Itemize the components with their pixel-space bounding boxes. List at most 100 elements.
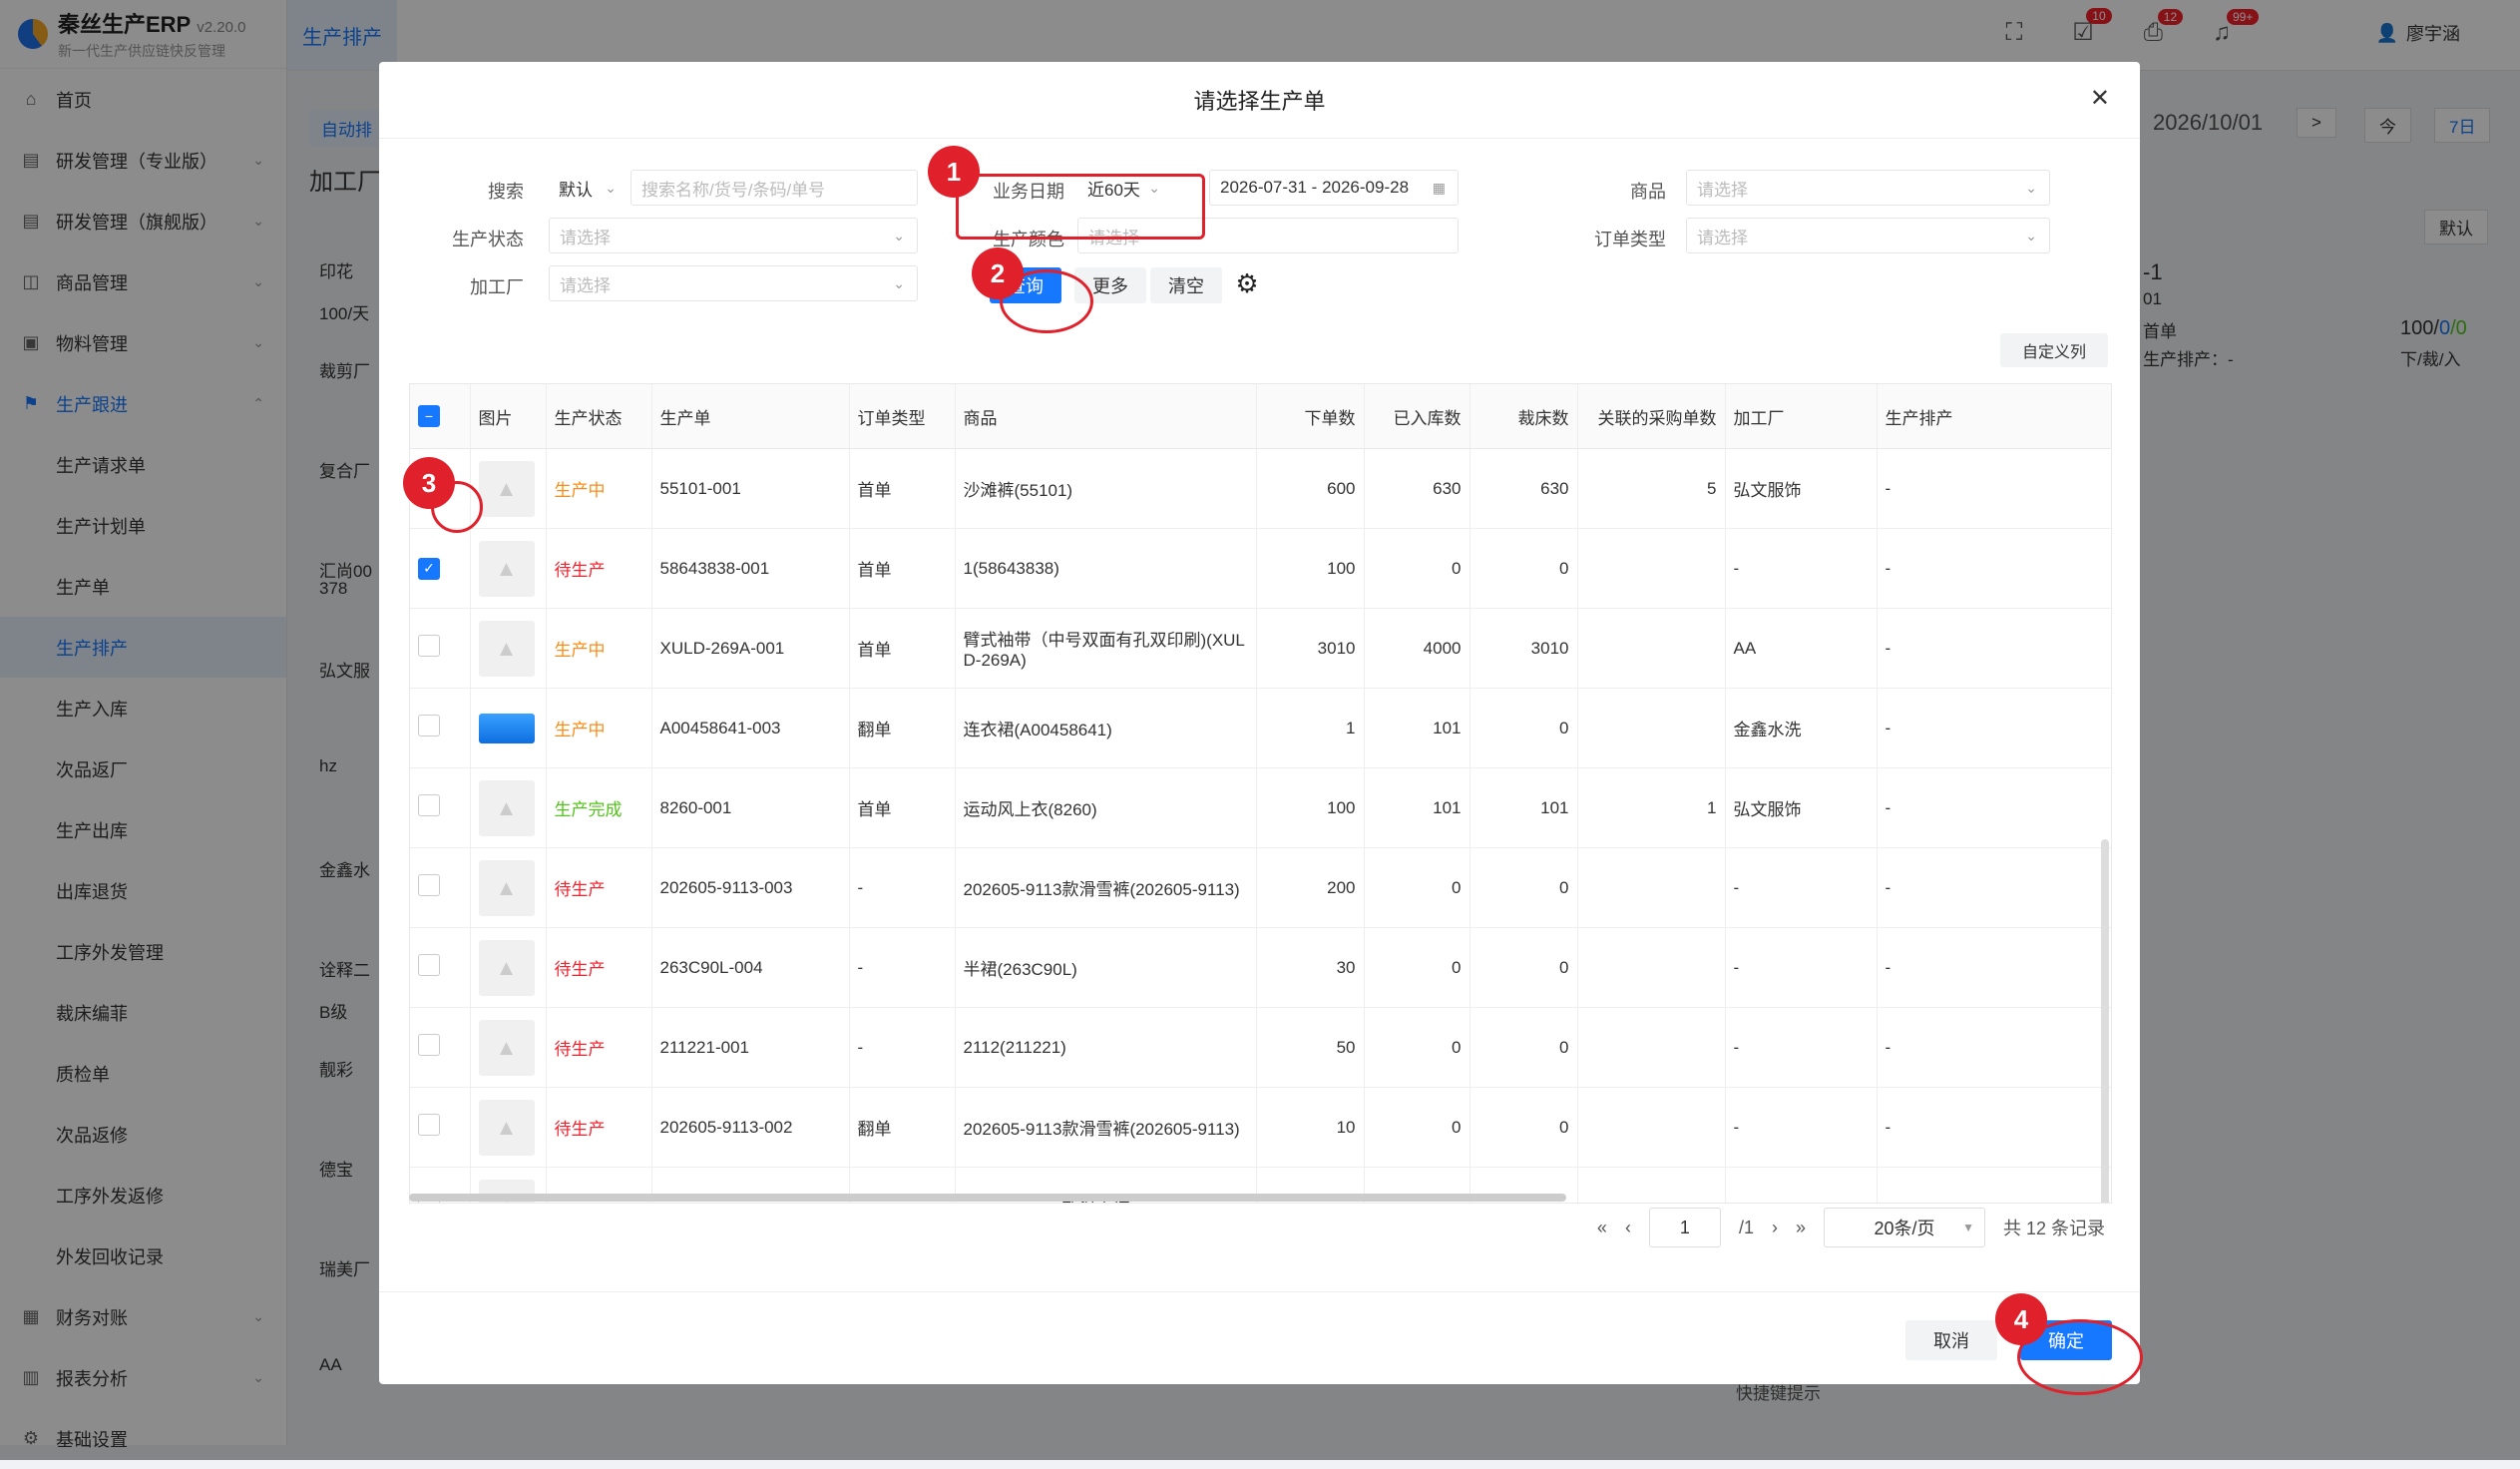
thumbnail-cell: ▲ — [470, 1087, 547, 1168]
status-cell: 生产完成 — [546, 767, 652, 848]
horizontal-scrollbar[interactable] — [409, 1194, 1566, 1202]
factory-cell: 金鑫水洗 — [1725, 688, 1878, 768]
column-header: 订单类型 — [849, 384, 956, 449]
status-select[interactable]: 请选择 ⌄ — [549, 218, 918, 253]
vertical-scrollbar[interactable] — [2101, 839, 2109, 1203]
column-header: 加工厂 — [1725, 384, 1878, 449]
qty-cell: 3010 — [1256, 608, 1365, 689]
row-checkbox-cell[interactable] — [410, 1087, 471, 1168]
checkbox-icon[interactable] — [418, 954, 440, 976]
row-checkbox-cell[interactable] — [410, 847, 471, 928]
order-cell: 58643838-001 — [651, 528, 850, 609]
factory-placeholder: 请选择 — [560, 275, 611, 295]
table-row[interactable]: ▲ 待生产 211221-001-2112(211221) 50 0 0- - — [410, 1007, 2111, 1088]
chevron-down-icon: ⌄ — [605, 179, 617, 196]
order-cell: 202605-9113-002 — [651, 1087, 850, 1168]
row-checkbox-cell[interactable] — [410, 1007, 471, 1088]
close-icon[interactable]: ✕ — [2090, 84, 2110, 113]
table-row[interactable]: 生产中 A00458641-003 翻单 连衣裙(A00458641) 1 101 0 金鑫水… — [410, 688, 2111, 768]
qty-cell: 100 — [1256, 528, 1365, 609]
type-cell: - — [849, 927, 956, 1008]
status-cell: 生产中 — [546, 688, 652, 768]
order-cell: XULD-269A-001 — [651, 608, 850, 689]
search-mode-select[interactable]: 默认 ⌄ — [549, 170, 629, 206]
prev-page-icon[interactable]: ‹ — [1625, 1218, 1631, 1238]
table-header-row: − 图片 生产状态 生产单 订单类型 商品 下单数 已入库数 裁床数 关联的采购… — [410, 384, 2111, 449]
table-row[interactable]: ▲ 待生产 263C90L-004- 半裙(263C90L) 30 0 0- - — [410, 927, 2111, 1008]
qty-cell: 600 — [1256, 448, 1365, 529]
table-row[interactable]: ▲ 生产完成 8260-001 首单 运动风上衣(8260) 100 101 101 1 弘文服饰… — [410, 767, 2111, 848]
factory-cell: - — [1725, 847, 1878, 928]
date-range-picker[interactable]: 2026-07-31 - 2026-09-28 ▦ — [1209, 170, 1459, 206]
row-checkbox-cell[interactable] — [410, 767, 471, 848]
product-cell: 202605-9113款滑雪裤(202605-9113) — [955, 847, 1257, 928]
thumbnail-cell: ▲ — [470, 608, 547, 689]
modal-footer: 取消 确定 — [379, 1291, 2140, 1384]
type-cell: 首单 — [849, 608, 956, 689]
table-row[interactable]: ✓ ▲ 待生产 58643838-001 首单 1(58643838) 100 0 0- - — [410, 528, 2111, 609]
status-cell: 生产中 — [546, 448, 652, 529]
row-checkbox-cell[interactable] — [410, 688, 471, 768]
type-cell: 首单 — [849, 448, 956, 529]
search-input[interactable]: 搜索名称/货号/条码/单号 — [630, 170, 918, 206]
page-input[interactable]: 1 — [1648, 1208, 1721, 1247]
schedule-cell: - — [1877, 1007, 2111, 1088]
annotation-marker: 4 — [1995, 1293, 2047, 1345]
table-row[interactable]: ▲ 生产中 XULD-269A-001 首单 臂式袖带（中号双面有孔双印刷)(XULD-… — [410, 608, 2111, 689]
next-page-icon[interactable]: › — [1772, 1218, 1778, 1238]
checkbox-icon[interactable] — [418, 874, 440, 896]
product-cell: 202605-9113款滑雪裤(202605-9113) — [955, 1087, 1257, 1168]
factory-cell: 弘文服饰 — [1725, 448, 1878, 529]
order-cell: 211221-001 — [651, 1007, 850, 1088]
checkbox-icon[interactable] — [418, 715, 440, 736]
search-mode-value: 默认 — [559, 180, 593, 200]
row-checkbox-cell[interactable] — [410, 608, 471, 689]
gear-icon[interactable]: ⚙ — [1227, 265, 1267, 301]
select-all-checkbox[interactable]: − — [410, 384, 471, 449]
checkbox-icon[interactable] — [418, 1034, 440, 1056]
row-checkbox-cell[interactable] — [410, 927, 471, 1008]
first-page-icon[interactable]: « — [1597, 1218, 1607, 1238]
checkbox-checked-icon[interactable]: ✓ — [418, 557, 440, 580]
checkbox-icon[interactable] — [418, 794, 440, 816]
order-type-select[interactable]: 请选择 ⌄ — [1686, 218, 2050, 253]
table-row[interactable]: ▲ 待生产 202605-9113-003-202605-9113款滑雪裤(2026… — [410, 847, 2111, 928]
stocked-cell: 0 — [1364, 927, 1470, 1008]
status-cell: 待生产 — [546, 1007, 652, 1088]
status-cell: 待生产 — [546, 1087, 652, 1168]
cancel-button[interactable]: 取消 — [1905, 1320, 1997, 1360]
annotation-marker: 3 — [403, 457, 455, 509]
checkbox-icon[interactable] — [418, 1114, 440, 1136]
column-header: 生产排产 — [1877, 384, 2111, 449]
column-header: 下单数 — [1256, 384, 1365, 449]
last-page-icon[interactable]: » — [1796, 1218, 1806, 1238]
schedule-cell: - — [1877, 927, 2111, 1008]
page-size-select[interactable]: 20条/页 ▼ — [1823, 1208, 1985, 1247]
product-placeholder: 请选择 — [1697, 180, 1748, 200]
thumbnail-cell — [470, 688, 547, 768]
factory-select[interactable]: 请选择 ⌄ — [549, 265, 918, 301]
clear-button[interactable]: 清空 — [1150, 267, 1222, 303]
type-cell: - — [849, 1007, 956, 1088]
product-select[interactable]: 请选择 ⌄ — [1686, 170, 2050, 206]
image-placeholder-icon: ▲ — [478, 939, 535, 996]
image-placeholder-icon: ▲ — [478, 1099, 535, 1156]
chevron-down-icon: ⌄ — [893, 274, 905, 291]
table-row[interactable]: ▲ 生产中 55101-001 首单 沙滩裤(55101) 600 630 630 5 弘文服饰 - — [410, 448, 2111, 529]
select-production-order-modal: 请选择生产单 ✕ 搜索 默认 ⌄ 搜索名称/货号/条码/单号 业务日期 近60天 ⌄… — [379, 62, 2140, 1384]
schedule-cell: - — [1877, 448, 2111, 529]
cut-cell: 0 — [1470, 927, 1578, 1008]
chevron-down-icon: ⌄ — [893, 227, 905, 244]
table-row[interactable]: ▲ 待生产 202605-9113-002 翻单 202605-9113款滑雪裤(202… — [410, 1087, 2111, 1168]
checkbox-icon[interactable] — [418, 635, 440, 657]
row-checkbox-cell[interactable]: ✓ — [410, 528, 471, 609]
image-placeholder-icon: ▲ — [478, 859, 535, 916]
status-cell: 待生产 — [546, 847, 652, 928]
page-size-value: 20条/页 — [1874, 1219, 1935, 1238]
column-header: 生产状态 — [546, 384, 652, 449]
custom-columns-button[interactable]: 自定义列 — [2000, 333, 2108, 367]
image-placeholder-icon: ▲ — [478, 779, 535, 836]
schedule-cell: - — [1877, 528, 2111, 609]
po-count-cell — [1577, 847, 1726, 928]
chevron-down-icon: ⌄ — [2025, 179, 2037, 196]
